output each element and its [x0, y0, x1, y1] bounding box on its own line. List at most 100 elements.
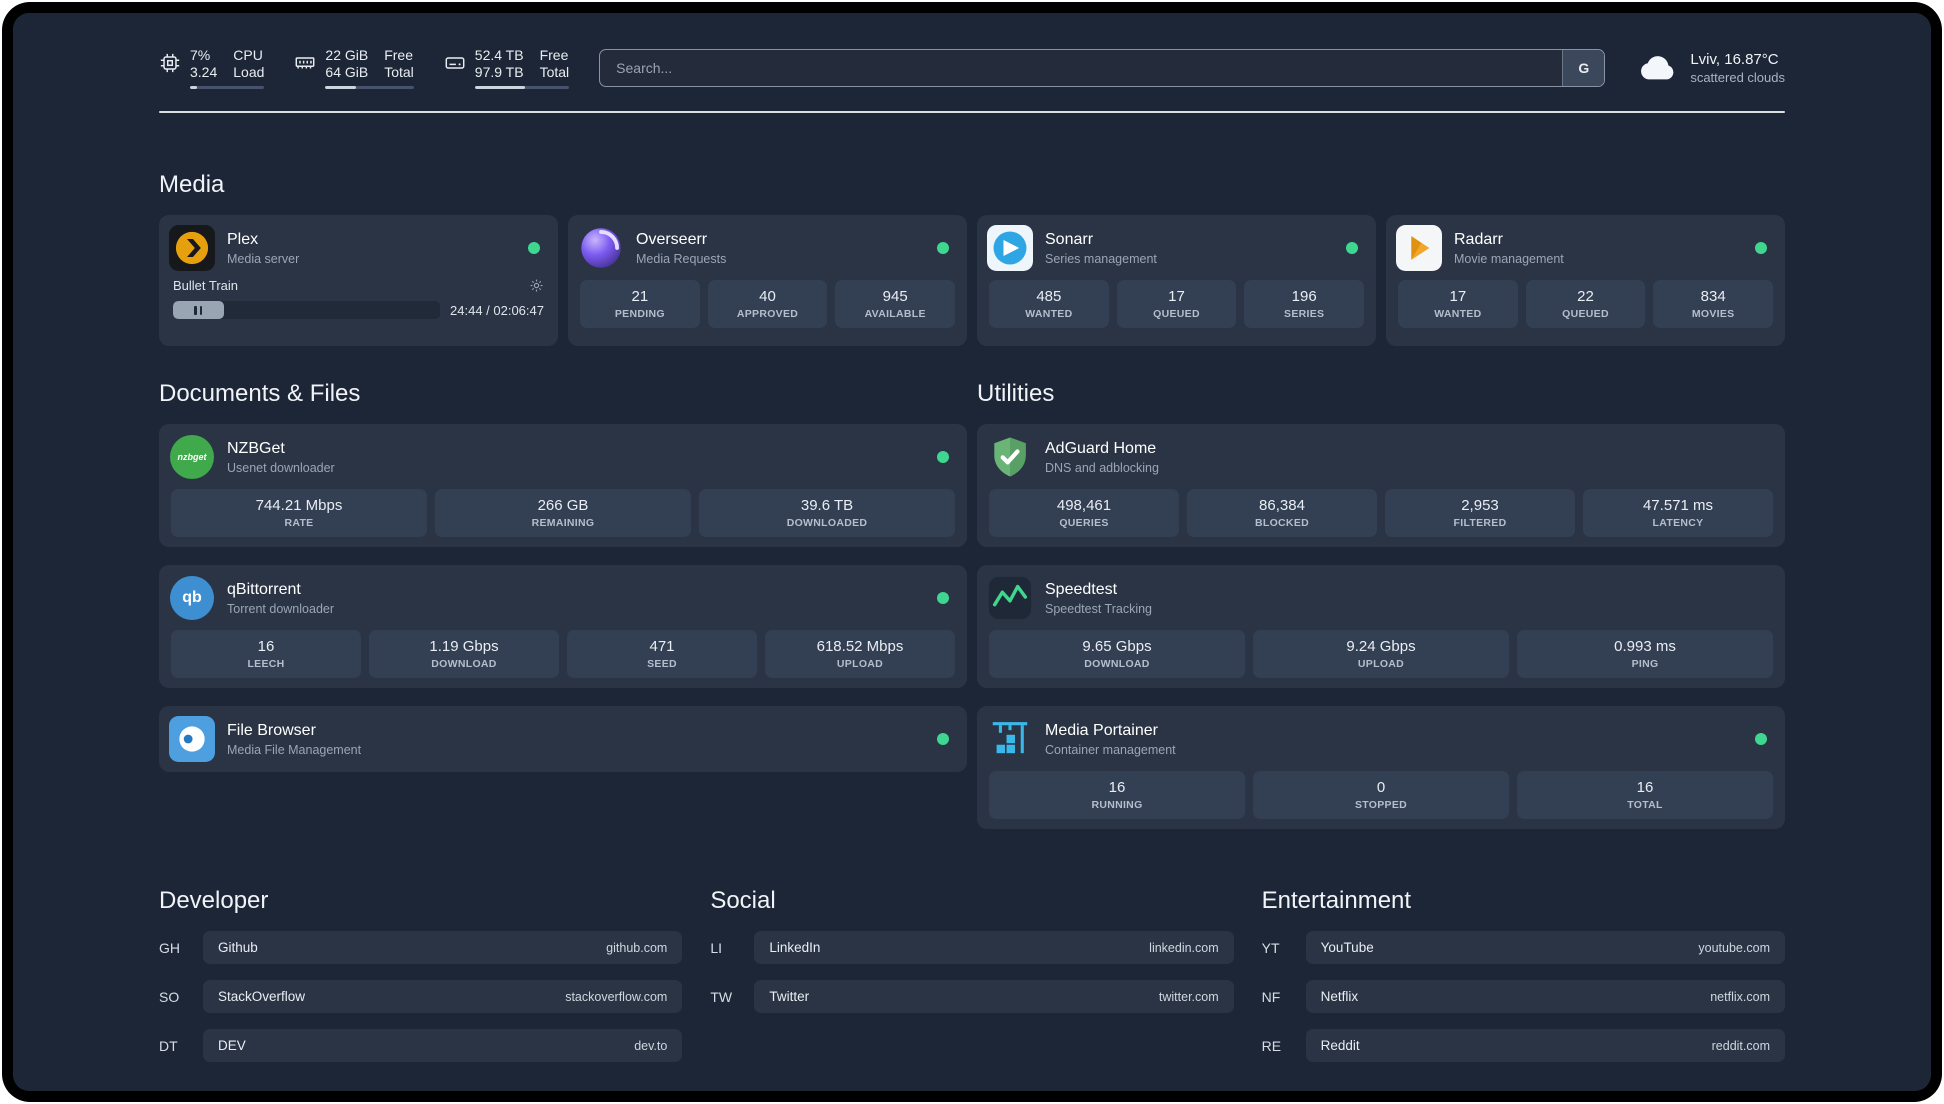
- disk-total-label: Total: [539, 64, 570, 80]
- stat-box: 86,384 BLOCKED: [1187, 489, 1377, 537]
- service-card-sonarr[interactable]: Sonarr Series management 485 WANTED 17 QUE…: [977, 215, 1376, 346]
- stat-box: 16 RUNNING: [989, 771, 1245, 819]
- cloud-icon: [1641, 56, 1674, 80]
- portainer-icon: [987, 716, 1033, 762]
- stat-label: RATE: [284, 517, 314, 529]
- bookmark-row-netflix: NF Netflix netflix.com: [1262, 980, 1785, 1013]
- service-title: Speedtest: [1045, 580, 1118, 598]
- stat-value: 40: [759, 288, 776, 305]
- stat-box: 21 PENDING: [580, 280, 700, 328]
- gear-icon[interactable]: [529, 278, 544, 293]
- stat-label: STOPPED: [1354, 799, 1408, 811]
- bookmark-abbr: YT: [1261, 939, 1280, 956]
- stat-box: 39.6 TB DOWNLOADED: [699, 489, 955, 537]
- bookmark-link-linkedin[interactable]: LinkedIn linkedin.com: [754, 931, 1234, 964]
- memory-free-label: Free: [384, 47, 414, 63]
- stat-label: SERIES: [1284, 308, 1325, 320]
- stat-value: 1.19 Gbps: [429, 638, 499, 655]
- service-subtitle: Media Requests: [636, 251, 727, 266]
- stat-box: 1.19 Gbps DOWNLOAD: [369, 630, 559, 678]
- documents-column: Documents & Files nzbget NZBGet Usenet d…: [159, 380, 967, 772]
- stat-value: 9.65 Gbps: [1082, 638, 1152, 655]
- stat-box: 40 APPROVED: [707, 280, 828, 328]
- bookmark-row-dev: DT DEV dev.to: [159, 1029, 683, 1062]
- section-heading-developer: Developer: [159, 887, 269, 914]
- stat-label: DOWNLOAD: [431, 658, 497, 670]
- search-bar: G: [599, 49, 1606, 87]
- stat-label: AVAILABLE: [864, 308, 926, 320]
- stat-label: QUERIES: [1059, 517, 1109, 529]
- service-subtitle: Media server: [227, 251, 300, 266]
- memory-total-label: Total: [384, 64, 414, 80]
- bookmark-row-stackoverflow: SO StackOverflow stackoverflow.com: [159, 980, 683, 1013]
- search-provider-button[interactable]: G: [1562, 50, 1605, 86]
- cpu-percent: 7%: [190, 47, 211, 63]
- memory-widget: 22 GiB 64 GiB Free Total: [294, 47, 414, 89]
- stat-box: 834 MOVIES: [1653, 280, 1774, 328]
- now-playing-title: Bullet Train: [173, 278, 239, 293]
- service-subtitle: Media File Management: [227, 742, 362, 757]
- bookmark-row-linkedin: LI LinkedIn linkedin.com: [710, 931, 1234, 964]
- nzbget-icon: nzbget: [169, 434, 215, 480]
- bookmark-link-youtube[interactable]: YouTube youtube.com: [1305, 931, 1785, 964]
- stat-value: 0: [1376, 779, 1386, 796]
- stat-value: 39.6 TB: [800, 497, 854, 514]
- stat-box: 9.24 Gbps UPLOAD: [1253, 630, 1509, 678]
- bookmark-link-stackoverflow[interactable]: StackOverflow stackoverflow.com: [203, 980, 683, 1013]
- bookmark-abbr: LI: [710, 939, 723, 956]
- cpu-widget: 7% 3.24 CPU Load: [159, 47, 265, 89]
- service-card-radarr[interactable]: Radarr Movie management 17 WANTED 22 QUEUE…: [1386, 215, 1785, 346]
- bookmark-abbr: TW: [710, 988, 733, 1005]
- stat-value: 16: [257, 638, 275, 655]
- disk-total-value: 97.9 TB: [474, 64, 524, 80]
- service-card-portainer[interactable]: Media Portainer Container management 16 R…: [977, 706, 1785, 829]
- stat-label: LATENCY: [1652, 517, 1704, 529]
- section-heading-entertainment: Entertainment: [1261, 887, 1412, 914]
- bookmark-abbr: NF: [1261, 988, 1281, 1005]
- stat-label: UPLOAD: [1357, 658, 1405, 670]
- stat-label: REMAINING: [531, 517, 595, 529]
- stat-box: 22 QUEUED: [1525, 280, 1646, 328]
- memory-progress-bar: [325, 86, 414, 89]
- bookmark-link-github[interactable]: Github github.com: [203, 931, 683, 964]
- bookmark-link-dev[interactable]: DEV dev.to: [203, 1029, 683, 1062]
- stat-value: 9.24 Gbps: [1346, 638, 1416, 655]
- stat-label: BLOCKED: [1254, 517, 1309, 529]
- bookmark-abbr: RE: [1261, 1037, 1282, 1054]
- cpu-label: CPU: [233, 47, 263, 63]
- stat-value: 17: [1168, 288, 1185, 305]
- pause-icon: [194, 305, 203, 315]
- disk-free-value: 52.4 TB: [474, 47, 524, 63]
- status-dot: [1755, 242, 1767, 254]
- stat-box: 744.21 Mbps RATE: [171, 489, 427, 537]
- stat-value: 945: [882, 288, 908, 305]
- bookmark-link-twitter[interactable]: Twitter twitter.com: [754, 980, 1234, 1013]
- stat-box: 17 QUEUED: [1116, 280, 1237, 328]
- stat-box: 485 WANTED: [989, 280, 1109, 328]
- stat-box: 16 TOTAL: [1517, 771, 1773, 819]
- service-card-speedtest[interactable]: Speedtest Speedtest Tracking 9.65 Gbps DO…: [977, 565, 1785, 688]
- bookmark-abbr: SO: [159, 988, 180, 1005]
- section-heading-documents: Documents & Files: [159, 380, 361, 407]
- search-input[interactable]: [600, 50, 1563, 86]
- dashboard-app: 7% 3.24 CPU Load 22 GiB 64 GiB Free Tota…: [13, 13, 1931, 1091]
- stat-value: 834: [1700, 288, 1726, 305]
- service-card-adguard[interactable]: AdGuard Home DNS and adblocking 498,461 Q…: [977, 424, 1785, 547]
- service-card-filebrowser[interactable]: File Browser Media File Management: [159, 706, 967, 772]
- service-subtitle: Movie management: [1454, 251, 1564, 266]
- weather-condition: scattered clouds: [1690, 70, 1785, 85]
- status-dot: [937, 592, 949, 604]
- service-card-nzbget[interactable]: nzbget NZBGet Usenet downloader 744.21 M…: [159, 424, 967, 547]
- qbittorrent-icon: qb: [169, 575, 215, 621]
- cpu-progress-bar: [190, 86, 265, 89]
- section-heading-utilities: Utilities: [977, 380, 1055, 407]
- bookmark-link-netflix[interactable]: Netflix netflix.com: [1305, 980, 1785, 1013]
- service-card-qbittorrent[interactable]: qb qBittorrent Torrent downloader 16 LEEC…: [159, 565, 967, 688]
- service-card-overseerr[interactable]: Overseerr Media Requests 21 PENDING 40 APP…: [568, 215, 967, 346]
- plex-icon: [169, 225, 215, 271]
- plex-now-playing: Bullet Train 24:44 / 02:06:47: [169, 278, 548, 319]
- bookmark-link-reddit[interactable]: Reddit reddit.com: [1305, 1029, 1785, 1062]
- media-grid: Plex Media server Bullet Train 24:44 / 0…: [159, 215, 1785, 346]
- service-card-plex[interactable]: Plex Media server Bullet Train 24:44 / 0…: [159, 215, 558, 346]
- stat-value: 471: [649, 638, 675, 655]
